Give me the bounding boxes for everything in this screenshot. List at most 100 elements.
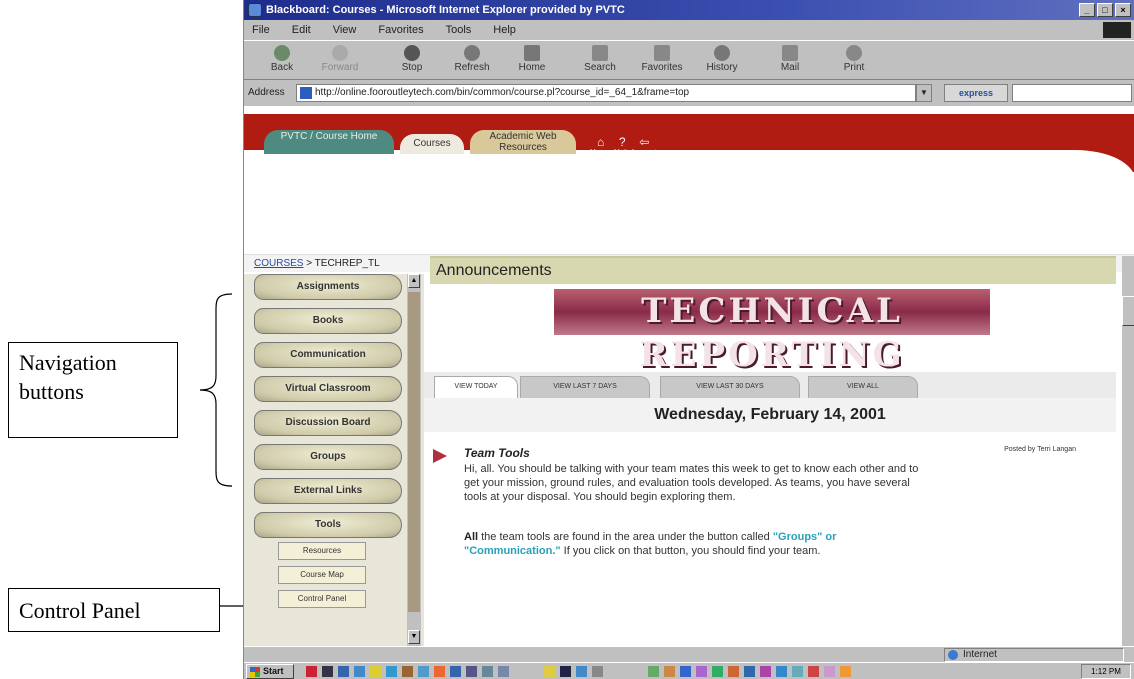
express-button[interactable]: express — [944, 84, 1008, 102]
nav-scroll-thumb[interactable] — [408, 292, 420, 612]
tab-view-all[interactable]: VIEW ALL — [808, 376, 918, 398]
tray-icon[interactable] — [824, 666, 835, 677]
nav-communication-button[interactable]: Communication — [254, 342, 402, 368]
tab-academic-web-resources[interactable]: Academic Web Resources — [470, 130, 576, 154]
nav-discussion-board-button[interactable]: Discussion Board — [254, 410, 402, 436]
quicklaunch-icon[interactable] — [482, 666, 493, 677]
quicklaunch-icon[interactable] — [370, 666, 381, 677]
breadcrumb-courses-link[interactable]: COURSES — [254, 258, 303, 269]
tray-icon[interactable] — [648, 666, 659, 677]
address-bar: Address http://online.fooroutleytech.com… — [244, 81, 1134, 105]
nav-virtual-classroom-button[interactable]: Virtual Classroom — [254, 376, 402, 402]
quicklaunch-icon[interactable] — [402, 666, 413, 677]
tab-view-last-7-days[interactable]: VIEW LAST 7 DAYS — [520, 376, 650, 398]
nav-books-button[interactable]: Books — [254, 308, 402, 334]
quicklaunch-icon[interactable] — [306, 666, 317, 677]
main-scroll-thumb[interactable] — [1122, 296, 1134, 326]
menu-file[interactable]: File — [252, 20, 270, 40]
menu-view[interactable]: View — [333, 20, 357, 40]
stop-button[interactable]: Stop — [386, 43, 438, 79]
course-map-button[interactable]: Course Map — [278, 566, 366, 584]
nav-tools-button[interactable]: Tools — [254, 512, 402, 538]
post-body-2: All the team tools are found in the area… — [464, 530, 924, 558]
scroll-down-icon[interactable]: ▼ — [408, 630, 420, 644]
quicklaunch-icon[interactable] — [322, 666, 333, 677]
tab-pvtc-course-home[interactable]: PVTC / Course Home — [264, 130, 394, 154]
nav-external-links-button[interactable]: External Links — [254, 478, 402, 504]
zone-label: Internet — [963, 649, 997, 660]
tray-icon[interactable] — [712, 666, 723, 677]
favorites-button[interactable]: Favorites — [636, 43, 688, 79]
refresh-icon — [464, 45, 480, 61]
minimize-button[interactable]: _ — [1079, 3, 1095, 17]
task-icon[interactable] — [544, 666, 555, 677]
taskbar-clock: 1:12 PM — [1081, 664, 1131, 679]
menu-edit[interactable]: Edit — [292, 20, 311, 40]
search-button[interactable]: Search — [574, 43, 626, 79]
address-input[interactable]: http://online.fooroutleytech.com/bin/com… — [296, 84, 916, 102]
tray-icon[interactable] — [744, 666, 755, 677]
quicklaunch-icon[interactable] — [338, 666, 349, 677]
tab-courses[interactable]: Courses — [400, 134, 464, 154]
tray-icon[interactable] — [776, 666, 787, 677]
nav-groups-button[interactable]: Groups — [254, 444, 402, 470]
quicklaunch-icon[interactable] — [354, 666, 365, 677]
address-dropdown-button[interactable]: ▼ — [916, 84, 932, 102]
express-input[interactable] — [1012, 84, 1132, 102]
home-link[interactable]: ⌂ Home — [590, 136, 611, 157]
menu-help[interactable]: Help — [493, 20, 516, 40]
tray-icon[interactable] — [840, 666, 851, 677]
main-scrollbar[interactable] — [1122, 256, 1134, 646]
scroll-up-icon[interactable]: ▲ — [408, 274, 420, 288]
logout-icon: ⇦ — [639, 135, 650, 149]
tab-view-last-30-days[interactable]: VIEW LAST 30 DAYS — [660, 376, 800, 398]
security-zone: Internet — [944, 648, 1124, 662]
menu-bar: File Edit View Favorites Tools Help — [244, 20, 1134, 40]
brace-icon — [199, 293, 233, 487]
help-link[interactable]: ? Help — [614, 136, 630, 157]
maximize-button[interactable]: □ — [1097, 3, 1113, 17]
tray-icon[interactable] — [808, 666, 819, 677]
quicklaunch-icon[interactable] — [386, 666, 397, 677]
mail-icon — [782, 45, 798, 61]
control-panel-callout: Control Panel — [8, 588, 220, 632]
back-icon — [274, 45, 290, 61]
quicklaunch-icon[interactable] — [466, 666, 477, 677]
window-title: Blackboard: Courses - Microsoft Internet… — [266, 4, 625, 16]
menu-favorites[interactable]: Favorites — [378, 20, 423, 40]
start-button[interactable]: Start — [246, 664, 294, 679]
tray-icon[interactable] — [664, 666, 675, 677]
forward-button[interactable]: Forward — [314, 43, 366, 79]
task-icon[interactable] — [592, 666, 603, 677]
tab-view-today[interactable]: VIEW TODAY — [434, 376, 518, 398]
history-button[interactable]: History — [696, 43, 748, 79]
task-icon[interactable] — [576, 666, 587, 677]
task-icon[interactable] — [560, 666, 571, 677]
resources-button[interactable]: Resources — [278, 542, 366, 560]
header-curve — [244, 150, 1134, 220]
quicklaunch-icon[interactable] — [418, 666, 429, 677]
tray-icon[interactable] — [696, 666, 707, 677]
quicklaunch-icon[interactable] — [434, 666, 445, 677]
tray-icon[interactable] — [760, 666, 771, 677]
print-button[interactable]: Print — [828, 43, 880, 79]
control-panel-button[interactable]: Control Panel — [278, 590, 366, 608]
course-navigation: Assignments Books Communication Virtual … — [244, 274, 424, 646]
logout-link[interactable]: ⇦ Logout — [632, 136, 656, 157]
tray-icon[interactable] — [728, 666, 739, 677]
nav-assignments-button[interactable]: Assignments — [254, 274, 402, 300]
back-button[interactable]: Back — [256, 43, 308, 79]
tray-icon[interactable] — [792, 666, 803, 677]
post-body-2-post: If you click on that button, you should … — [560, 545, 821, 557]
breadcrumb: COURSES > TECHREP_TL — [254, 258, 380, 269]
refresh-button[interactable]: Refresh — [446, 43, 498, 79]
quicklaunch-icon[interactable] — [450, 666, 461, 677]
quicklaunch-icon[interactable] — [498, 666, 509, 677]
breadcrumb-current: > TECHREP_TL — [303, 258, 380, 269]
close-button[interactable]: × — [1115, 3, 1131, 17]
mail-button[interactable]: Mail — [764, 43, 816, 79]
menu-tools[interactable]: Tools — [446, 20, 472, 40]
nav-scrollbar[interactable]: ▲ ▼ — [407, 274, 421, 646]
tray-icon[interactable] — [680, 666, 691, 677]
home-button[interactable]: Home — [506, 43, 558, 79]
